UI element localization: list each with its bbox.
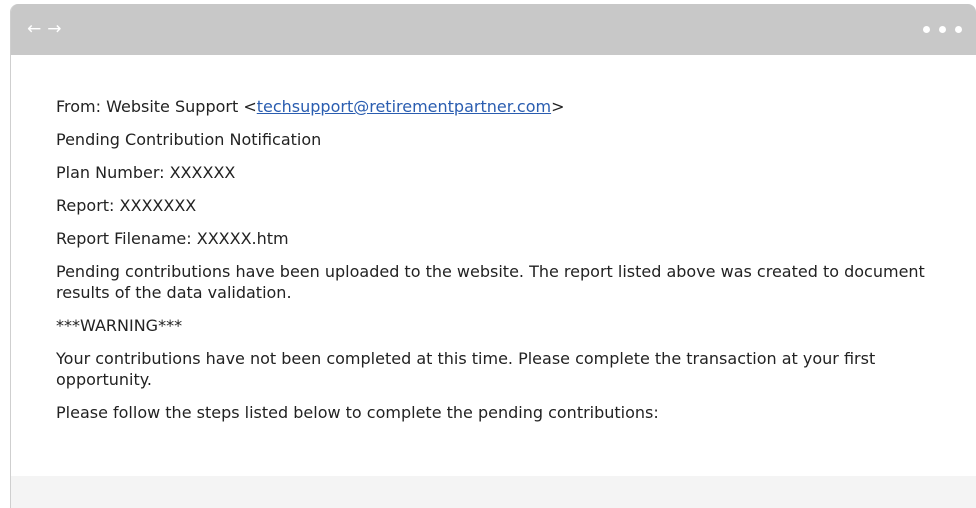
plan-number: Plan Number: XXXXXX (56, 163, 236, 182)
warning-text: ***WARNING*** (56, 316, 183, 335)
browser-titlebar: ← → (11, 4, 976, 55)
browser-window: ← → From: Website Support <techsupport@r… (10, 4, 976, 508)
menu-dot-icon (923, 26, 930, 33)
navigation-arrows: ← → (27, 21, 62, 38)
menu-dot-icon (939, 26, 946, 33)
email-subject: Pending Contribution Notification (56, 130, 322, 149)
email-from-line: From: Website Support <techsupport@retir… (56, 96, 936, 117)
menu-dot-icon (955, 26, 962, 33)
from-suffix: > (551, 97, 565, 116)
more-options-menu[interactable] (923, 26, 962, 33)
email-paragraph-not-completed: Your contributions have not been complet… (56, 349, 876, 389)
from-prefix: From: Website Support < (56, 97, 257, 116)
footer-strip (11, 476, 976, 508)
sender-email-link[interactable]: techsupport@retirementpartner.com (257, 97, 551, 116)
report-filename: Report Filename: XXXXX.htm (56, 229, 289, 248)
email-paragraph-follow-steps: Please follow the steps listed below to … (56, 403, 659, 422)
back-arrow-icon[interactable]: ← (27, 21, 41, 38)
report-id: Report: XXXXXXX (56, 196, 197, 215)
forward-arrow-icon[interactable]: → (47, 21, 61, 38)
email-body: From: Website Support <techsupport@retir… (11, 55, 976, 476)
email-paragraph-uploaded: Pending contributions have been uploaded… (56, 262, 925, 302)
